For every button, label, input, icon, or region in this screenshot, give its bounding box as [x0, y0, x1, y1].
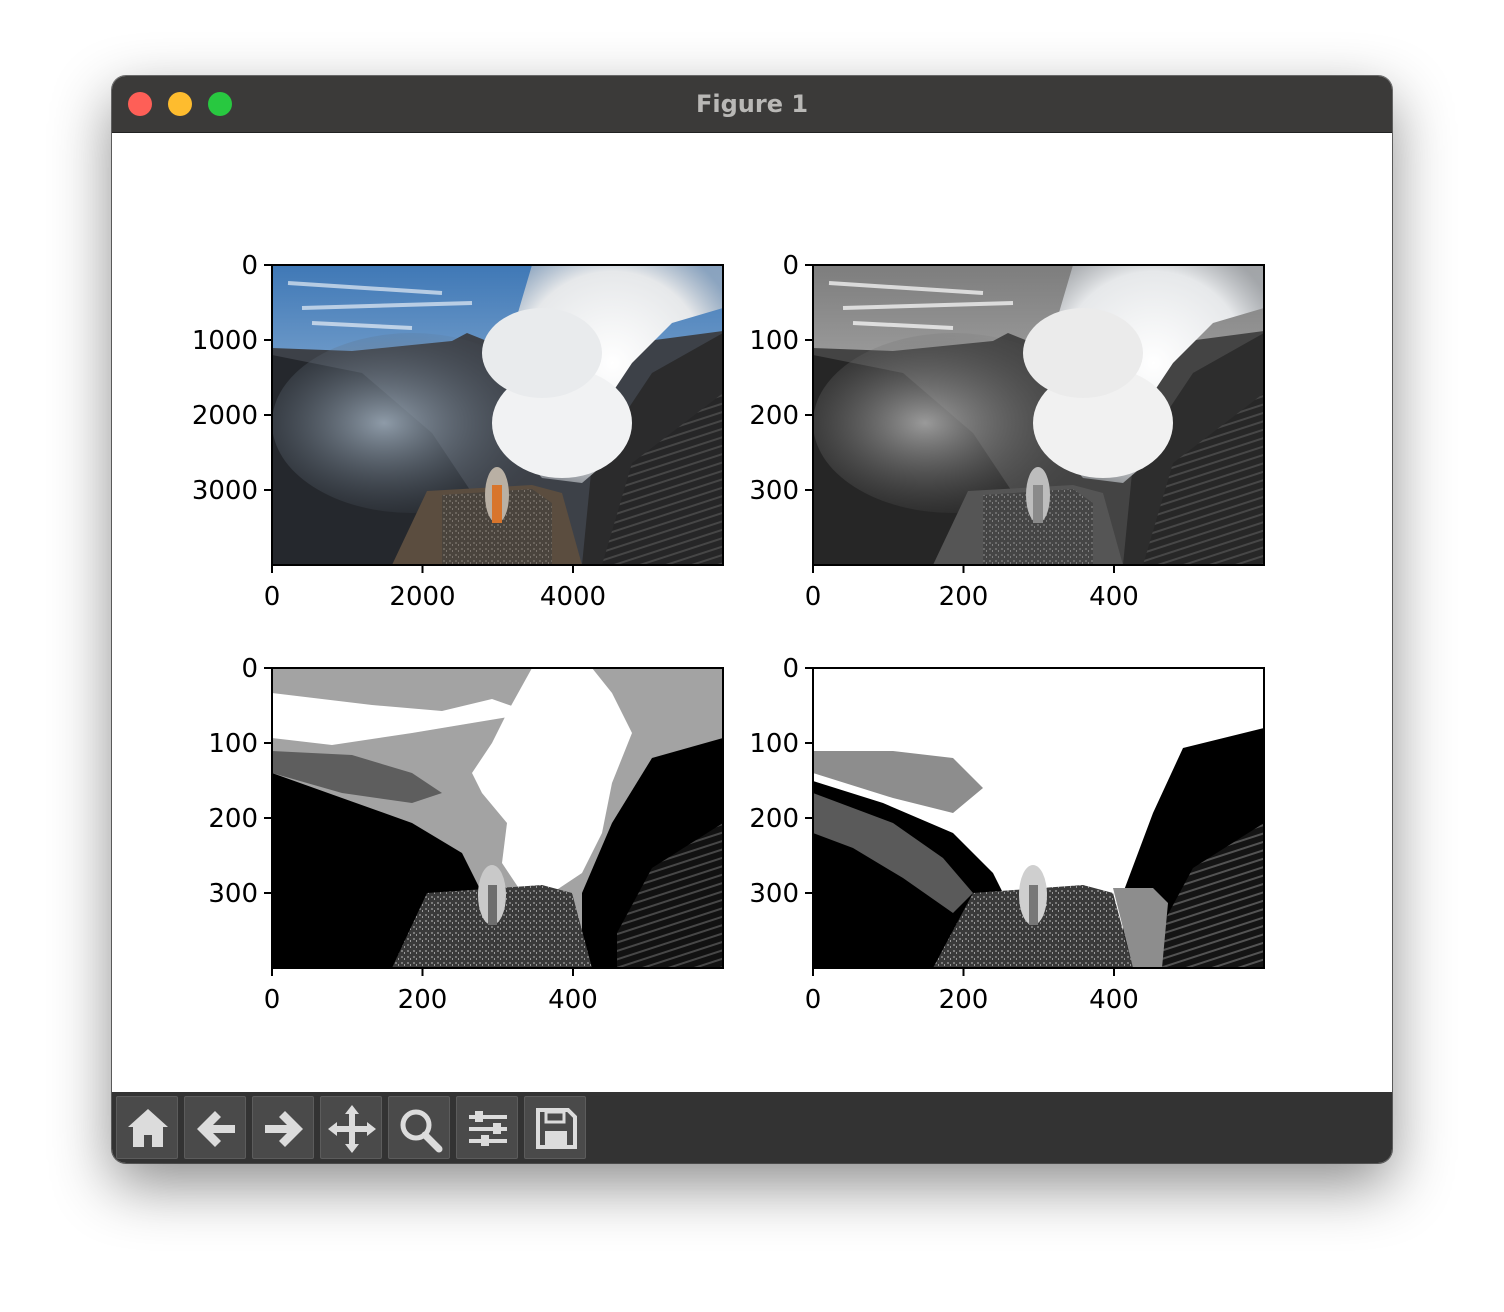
- axes-2-xtick-label: 200: [939, 582, 989, 612]
- axes-3-ytick-label: 300: [208, 879, 258, 909]
- axes-3-xtick-label: 200: [398, 985, 448, 1015]
- axes-2-ytick-label: 0: [782, 251, 799, 281]
- axes-3-ytick-label: 100: [208, 729, 258, 759]
- sliders-icon: [469, 1111, 507, 1146]
- move-icon: [328, 1105, 376, 1153]
- axes-4-image: [813, 668, 1264, 968]
- axes-1-ytick-label: 1000: [192, 326, 258, 356]
- figure-window: Figure 1 0 2000 4000 0 1000 2000 3000 0 …: [112, 76, 1392, 1163]
- save-button[interactable]: [524, 1096, 586, 1159]
- home-button[interactable]: [116, 1096, 178, 1159]
- axes-1-xtick-label: 0: [264, 582, 281, 612]
- magnifier-icon: [400, 1109, 443, 1153]
- axes-2-image: [813, 265, 1264, 565]
- navigation-toolbar: [112, 1092, 1392, 1163]
- floppy-icon: [536, 1108, 577, 1149]
- axes-1-ytick-label: 3000: [192, 476, 258, 506]
- axes-4-ytick-label: 200: [749, 804, 799, 834]
- home-icon: [128, 1109, 168, 1147]
- pan-button[interactable]: [320, 1096, 382, 1159]
- axes-3-xtick-label: 0: [264, 985, 281, 1015]
- axes-3-xtick-label: 400: [548, 985, 598, 1015]
- configure-subplots-button[interactable]: [456, 1096, 518, 1159]
- axes-1-image: [272, 265, 723, 565]
- arrow-right-icon: [265, 1111, 303, 1147]
- window-title: Figure 1: [695, 90, 809, 118]
- zoom-button[interactable]: [388, 1096, 450, 1159]
- axes-4-ytick-label: 300: [749, 879, 799, 909]
- axes-3-ytick-label: 0: [241, 654, 258, 684]
- forward-button[interactable]: [252, 1096, 314, 1159]
- back-button[interactable]: [184, 1096, 246, 1159]
- axes-4-xtick-label: 400: [1089, 985, 1139, 1015]
- axes-4-ytick-label: 100: [749, 729, 799, 759]
- axes-4-xtick-label: 200: [939, 985, 989, 1015]
- axes-1-xtick-label: 4000: [540, 582, 606, 612]
- figure-canvas[interactable]: 0 2000 4000 0 1000 2000 3000 0 200 400 0 100 200 300 0…: [112, 133, 1392, 1091]
- axes-1-ytick-label: 2000: [192, 401, 258, 431]
- axes-4-ytick-label: 0: [782, 654, 799, 684]
- title-bar[interactable]: Figure 1: [112, 76, 1392, 133]
- axes-2-xtick-label: 400: [1089, 582, 1139, 612]
- axes-2-ytick-label: 200: [749, 401, 799, 431]
- axes-4-xtick-label: 0: [805, 985, 822, 1015]
- figure-svg: 0 2000 400001000200030000 200 40001002003000…: [192, 251, 1265, 1015]
- arrow-left-icon: [197, 1111, 235, 1147]
- axes-2-ytick-label: 300: [749, 476, 799, 506]
- axes-3-ytick-label: 200: [208, 804, 258, 834]
- axes-1-ytick-label: 0: [241, 251, 258, 281]
- axes-2-xtick-label: 0: [805, 582, 822, 612]
- axes-3-image: [272, 668, 723, 968]
- axes-1-xtick-label: 2000: [389, 582, 455, 612]
- axes-2-ytick-label: 100: [749, 326, 799, 356]
